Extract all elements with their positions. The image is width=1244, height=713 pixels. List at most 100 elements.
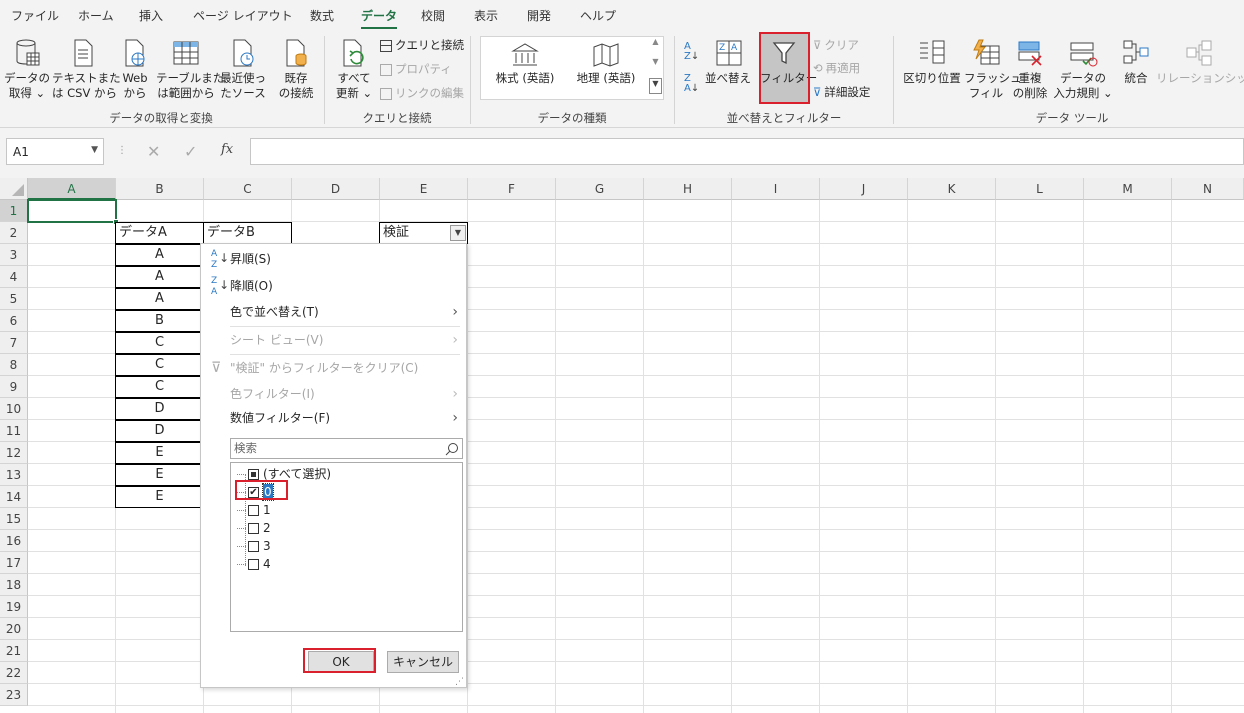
row-header-23[interactable]: 23 xyxy=(0,684,28,706)
cell-b10[interactable]: D xyxy=(115,398,204,420)
column-header-k[interactable]: K xyxy=(908,178,996,200)
row-header-20[interactable]: 20 xyxy=(0,618,28,640)
filter-value-4[interactable]: 4 xyxy=(237,556,271,572)
column-header-h[interactable]: H xyxy=(644,178,732,200)
sort-za-icon[interactable]: Z A↓ xyxy=(684,74,699,94)
row-header-10[interactable]: 10 xyxy=(0,398,28,420)
column-header-d[interactable]: D xyxy=(292,178,380,200)
cell-b12[interactable]: E xyxy=(115,442,204,464)
data-validation-button[interactable]: データの 入力規則 ⌄ xyxy=(1052,38,1114,101)
row-header-4[interactable]: 4 xyxy=(0,266,28,288)
row-header-22[interactable]: 22 xyxy=(0,662,28,684)
row-header-17[interactable]: 17 xyxy=(0,552,28,574)
cell-b14[interactable]: E xyxy=(115,486,204,508)
column-header-l[interactable]: L xyxy=(996,178,1084,200)
cell-b9[interactable]: C xyxy=(115,376,204,398)
row-header-2[interactable]: 2 xyxy=(0,222,28,244)
formula-bar-splitter[interactable]: ⋮ xyxy=(117,145,127,156)
advanced-filter-button[interactable]: ⊽ 詳細設定 xyxy=(813,85,870,100)
clear-filter-button[interactable]: ⊽ クリア xyxy=(813,38,859,53)
filter-value-2[interactable]: 2 xyxy=(237,520,271,536)
gallery-scroll-up[interactable]: ▲ xyxy=(649,37,662,55)
flash-fill-button[interactable]: フラッシュ フィル xyxy=(964,38,1022,101)
column-header-c[interactable]: C xyxy=(204,178,292,200)
reapply-button[interactable]: ⟲ 再適用 xyxy=(813,61,860,76)
get-data-button[interactable]: データの 取得 ⌄ xyxy=(4,38,50,101)
filter-dropdown-button[interactable]: ▼ xyxy=(450,225,466,241)
tab-developer[interactable]: 開発 xyxy=(527,7,551,24)
cell-b2[interactable]: データA xyxy=(115,222,204,244)
sort-by-color-item[interactable]: 色で並べ替え(T) › xyxy=(201,300,466,324)
cell-b6[interactable]: B xyxy=(115,310,204,332)
tab-formulas[interactable]: 数式 xyxy=(310,7,334,24)
checkbox-unchecked[interactable] xyxy=(248,504,259,516)
recent-sources-button[interactable]: 最近使っ たソース xyxy=(218,38,268,101)
filter-value-3[interactable]: 3 xyxy=(237,538,271,554)
column-header-f[interactable]: F xyxy=(468,178,556,200)
row-header-14[interactable]: 14 xyxy=(0,486,28,508)
tab-review[interactable]: 校閲 xyxy=(421,7,445,24)
row-header-6[interactable]: 6 xyxy=(0,310,28,332)
clear-filter-item[interactable]: ⊽ "検証" からフィルターをクリア(C) xyxy=(201,356,466,380)
tab-data[interactable]: データ xyxy=(361,7,398,29)
row-header-8[interactable]: 8 xyxy=(0,354,28,376)
row-header-1[interactable]: 1 xyxy=(0,200,28,222)
select-all-corner[interactable] xyxy=(0,178,28,200)
refresh-all-button[interactable]: すべて 更新 ⌄ xyxy=(333,38,375,101)
name-box[interactable]: A1 ▼ xyxy=(6,138,104,165)
row-header-3[interactable]: 3 xyxy=(0,244,28,266)
remove-duplicates-button[interactable]: 重複 の削除 xyxy=(1010,38,1050,101)
chevron-down-icon[interactable]: ▼ xyxy=(91,145,98,155)
sort-az-icon[interactable]: A Z↓ xyxy=(684,42,699,62)
row-header-7[interactable]: 7 xyxy=(0,332,28,354)
row-header-18[interactable]: 18 xyxy=(0,574,28,596)
filter-value-1[interactable]: 1 xyxy=(237,502,271,518)
column-header-g[interactable]: G xyxy=(556,178,644,200)
row-header-11[interactable]: 11 xyxy=(0,420,28,442)
tab-help[interactable]: ヘルプ xyxy=(580,7,616,24)
consolidate-button[interactable]: 統合 xyxy=(1118,38,1154,86)
gallery-scroll-down[interactable]: ▼ xyxy=(649,57,662,75)
tab-page-layout[interactable]: ページ レイアウト xyxy=(193,7,293,24)
queries-connections-button[interactable]: クエリと接続 xyxy=(380,38,464,53)
cell-b3[interactable]: A xyxy=(115,244,204,266)
cancel-formula-icon[interactable]: ✕ xyxy=(147,142,160,161)
edit-links-button[interactable]: リンクの編集 xyxy=(380,86,464,101)
column-header-j[interactable]: J xyxy=(820,178,908,200)
checkbox-unchecked[interactable] xyxy=(248,540,259,552)
cell-c2[interactable]: データB xyxy=(203,222,292,244)
row-header-15[interactable]: 15 xyxy=(0,508,28,530)
sort-ascending-item[interactable]: A Z ↓ 昇順(S) xyxy=(201,247,466,271)
column-header-b[interactable]: B xyxy=(116,178,204,200)
column-header-a[interactable]: A xyxy=(28,178,116,200)
row-header-19[interactable]: 19 xyxy=(0,596,28,618)
sort-descending-item[interactable]: Z A ↓ 降順(O) xyxy=(201,274,466,298)
formula-input[interactable] xyxy=(250,138,1244,165)
number-filter-item[interactable]: 数値フィルター(F) › xyxy=(201,406,466,430)
checkbox-indeterminate[interactable] xyxy=(248,468,259,480)
enter-formula-icon[interactable]: ✓ xyxy=(184,142,197,161)
sort-button[interactable]: ZA 並べ替え xyxy=(704,38,752,86)
row-header-21[interactable]: 21 xyxy=(0,640,28,662)
row-header-5[interactable]: 5 xyxy=(0,288,28,310)
tab-view[interactable]: 表示 xyxy=(474,7,498,24)
stocks-button[interactable]: 株式 (英語) xyxy=(486,42,564,86)
row-header-9[interactable]: 9 xyxy=(0,376,28,398)
column-header-i[interactable]: I xyxy=(732,178,820,200)
gallery-expand[interactable]: ▼ xyxy=(649,78,662,94)
sheet-view-item[interactable]: シート ビュー(V) › xyxy=(201,328,466,352)
tab-home[interactable]: ホーム xyxy=(78,7,114,24)
column-header-m[interactable]: M xyxy=(1084,178,1172,200)
cancel-button[interactable]: キャンセル xyxy=(387,651,459,673)
cell-b4[interactable]: A xyxy=(115,266,204,288)
checkbox-unchecked[interactable] xyxy=(248,522,259,534)
color-filter-item[interactable]: 色フィルター(I) › xyxy=(201,382,466,406)
cell-b5[interactable]: A xyxy=(115,288,204,310)
properties-button[interactable]: プロパティ xyxy=(380,62,452,77)
cell-b11[interactable]: D xyxy=(115,420,204,442)
cell-b13[interactable]: E xyxy=(115,464,204,486)
row-header-12[interactable]: 12 xyxy=(0,442,28,464)
resize-grip-icon[interactable]: ⋰ xyxy=(455,677,464,687)
from-table-button[interactable]: テーブルまた は範囲から xyxy=(156,38,224,101)
active-cell-a1[interactable] xyxy=(27,199,117,223)
